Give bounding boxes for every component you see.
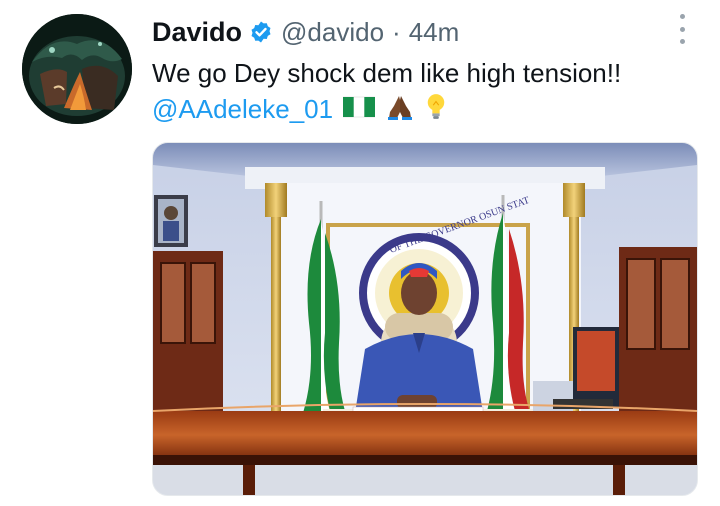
avatar-artwork [22, 14, 132, 124]
tweet-timestamp[interactable]: 44m [409, 17, 460, 48]
header-separator: · [392, 16, 401, 47]
verified-badge-icon [249, 20, 273, 44]
tweet-header: Davido @davido · 44m [152, 10, 459, 54]
author-avatar[interactable] [22, 14, 132, 124]
author-name[interactable]: Davido [152, 17, 242, 48]
office-photo-illustration: OF THE GOVERNOR OSUN STAT [153, 143, 697, 495]
tweet-body-text: We go Dey shock dem like high tension!! [152, 58, 622, 88]
folded-hands-icon [385, 92, 415, 127]
mention-link[interactable]: @AAdeleke_01 [152, 94, 333, 125]
author-handle[interactable]: @davido [281, 17, 384, 48]
light-bulb-icon [425, 92, 447, 127]
more-options-icon[interactable] [672, 14, 692, 44]
tweet-media-photo[interactable]: OF THE GOVERNOR OSUN STAT [152, 142, 698, 496]
nigeria-flag-icon [342, 95, 376, 124]
tweet-mention-line: @AAdeleke_01 [152, 91, 447, 127]
